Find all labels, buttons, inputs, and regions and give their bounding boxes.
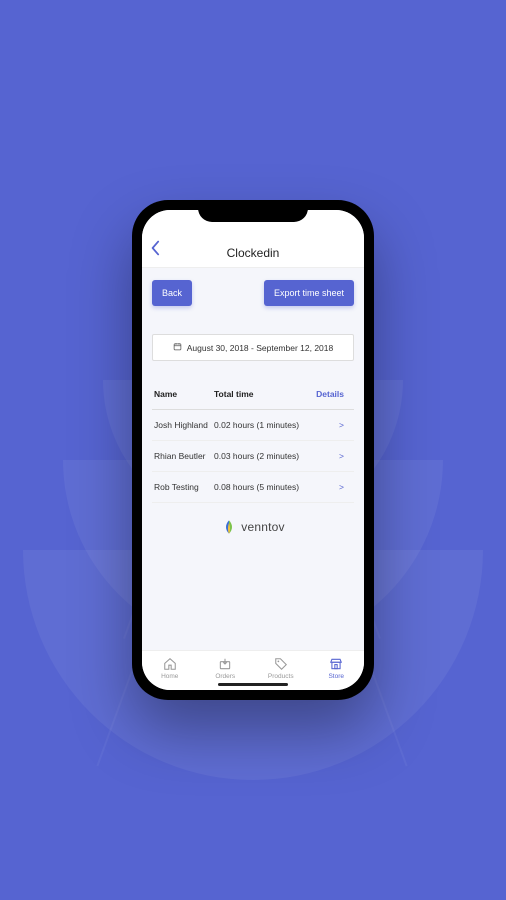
table-header-row: Name Total time Details	[152, 371, 354, 410]
cell-time: 0.03 hours (2 minutes)	[214, 451, 304, 461]
venntov-leaf-icon	[221, 519, 237, 535]
home-icon	[162, 657, 178, 671]
details-link[interactable]: >	[304, 420, 344, 430]
tag-icon	[273, 657, 289, 671]
screen: Clockedin Back Export time sheet August …	[142, 210, 364, 690]
store-icon	[328, 657, 344, 671]
date-range-container: August 30, 2018 - September 12, 2018	[142, 316, 364, 365]
table-row: Josh Highland 0.02 hours (1 minutes) >	[152, 410, 354, 441]
col-header-details: Details	[304, 389, 344, 399]
back-chevron-icon[interactable]	[150, 240, 160, 261]
timesheet-table: Name Total time Details Josh Highland 0.…	[142, 365, 364, 650]
date-range-picker[interactable]: August 30, 2018 - September 12, 2018	[152, 334, 354, 361]
table-row: Rob Testing 0.08 hours (5 minutes) >	[152, 472, 354, 503]
details-link[interactable]: >	[304, 451, 344, 461]
orders-icon	[217, 657, 233, 671]
tab-store[interactable]: Store	[309, 657, 365, 680]
tab-label: Home	[161, 673, 178, 680]
tab-orders[interactable]: Orders	[198, 657, 254, 680]
tab-label: Products	[268, 673, 294, 680]
col-header-name: Name	[154, 389, 214, 399]
brand-logo: venntov	[152, 503, 354, 545]
tab-label: Store	[328, 673, 344, 680]
cell-time: 0.02 hours (1 minutes)	[214, 420, 304, 430]
home-indicator	[218, 683, 288, 686]
cell-name: Rhian Beutler	[154, 451, 214, 461]
cell-time: 0.08 hours (5 minutes)	[214, 482, 304, 492]
table-row: Rhian Beutler 0.03 hours (2 minutes) >	[152, 441, 354, 472]
tab-home[interactable]: Home	[142, 657, 198, 680]
calendar-icon	[173, 342, 182, 353]
cell-name: Rob Testing	[154, 482, 214, 492]
tab-label: Orders	[215, 673, 235, 680]
tab-products[interactable]: Products	[253, 657, 309, 680]
cell-name: Josh Highland	[154, 420, 214, 430]
export-button[interactable]: Export time sheet	[264, 280, 354, 306]
details-link[interactable]: >	[304, 482, 344, 492]
back-button[interactable]: Back	[152, 280, 192, 306]
date-range-text: August 30, 2018 - September 12, 2018	[187, 343, 334, 353]
brand-name: venntov	[241, 520, 284, 534]
toolbar: Back Export time sheet	[142, 268, 364, 316]
device-notch	[198, 200, 308, 222]
page-title: Clockedin	[142, 246, 364, 260]
col-header-time: Total time	[214, 389, 304, 399]
phone-frame: Clockedin Back Export time sheet August …	[132, 200, 374, 700]
